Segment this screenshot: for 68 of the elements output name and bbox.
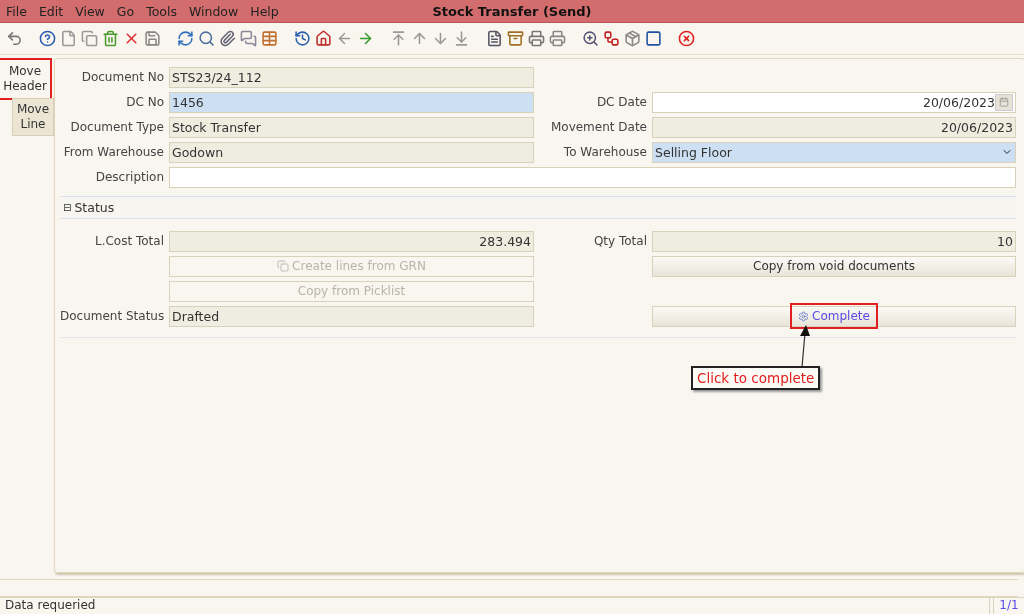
arrow xyxy=(797,324,811,367)
chat-icon[interactable] xyxy=(240,29,257,47)
menu-item[interactable]: Tools xyxy=(140,3,183,19)
input-field: Godown xyxy=(169,141,534,163)
input-field: 10 xyxy=(652,230,1016,252)
last-record-icon[interactable] xyxy=(453,29,470,47)
calendar-icon xyxy=(999,97,1009,108)
field-label: Movement Date xyxy=(549,120,647,135)
menu-item[interactable]: Window xyxy=(182,3,245,19)
status-message: Data requeried xyxy=(0,598,990,614)
field-label: Document Type xyxy=(69,120,164,135)
field-label: To Warehouse xyxy=(562,145,647,160)
window-title: Stock Transfer (Send) xyxy=(432,3,592,19)
field-label: L.Cost Total xyxy=(93,234,164,249)
field-label: From Warehouse xyxy=(62,145,164,160)
save-icon[interactable] xyxy=(144,29,161,47)
first-record-icon[interactable] xyxy=(390,29,407,47)
copy-icon[interactable] xyxy=(81,29,98,47)
package-icon[interactable] xyxy=(624,29,641,47)
menu-item[interactable]: View xyxy=(69,3,111,19)
field-label: Document No xyxy=(80,70,164,85)
input-field[interactable]: 1456 xyxy=(169,91,534,113)
input-field: Stock Transfer xyxy=(169,116,534,138)
square-icon[interactable] xyxy=(645,29,662,47)
workflow-icon[interactable] xyxy=(603,29,620,47)
section-header[interactable]: ⊟ Status xyxy=(60,195,1016,219)
calendar-button[interactable] xyxy=(995,93,1013,111)
tab[interactable]: Move Line xyxy=(12,97,54,136)
refresh-icon[interactable] xyxy=(177,29,194,47)
menu-item[interactable]: Help xyxy=(244,3,285,19)
table-icon[interactable] xyxy=(261,29,278,47)
paperclip-icon[interactable] xyxy=(219,29,236,47)
menu-item[interactable]: Go xyxy=(110,3,141,19)
report-icon[interactable] xyxy=(486,29,503,47)
field-label: Qty Total xyxy=(592,234,647,249)
history-icon[interactable] xyxy=(294,29,311,47)
undo-icon[interactable] xyxy=(6,29,23,47)
input-field: 283.494 xyxy=(169,230,534,252)
field-label: Document Status xyxy=(60,309,164,324)
input-field: Drafted xyxy=(169,305,534,327)
recycle-bin-icon[interactable] xyxy=(102,29,119,47)
date-field[interactable]: 20/06/2023 xyxy=(652,91,1016,113)
menu-item[interactable]: Edit xyxy=(32,3,70,19)
new-document-icon[interactable] xyxy=(60,29,77,47)
close-icon[interactable] xyxy=(678,29,695,47)
input-field: 20/06/2023 xyxy=(652,116,1016,138)
field-label: DC Date xyxy=(595,95,647,110)
dropdown-field[interactable]: Selling Floor xyxy=(652,141,1016,163)
record-counter: 1/1 xyxy=(993,598,1024,614)
search-icon[interactable] xyxy=(198,29,215,47)
section-title: Status xyxy=(74,199,115,215)
zoom-icon[interactable] xyxy=(582,29,599,47)
action-button[interactable]: Copy from void documents xyxy=(652,255,1016,277)
menu-item[interactable]: File xyxy=(0,3,33,19)
home-icon[interactable] xyxy=(315,29,332,47)
input-field[interactable] xyxy=(169,166,1016,188)
gear-icon xyxy=(798,310,810,322)
input-field: STS23/24_112 xyxy=(169,66,534,88)
archive-icon[interactable] xyxy=(507,29,524,47)
action-button[interactable]: Complete xyxy=(652,305,1016,327)
field-label: Description xyxy=(94,170,164,185)
field-label: DC No xyxy=(125,95,164,110)
print-preview-icon[interactable] xyxy=(528,29,545,47)
copy-icon xyxy=(277,260,290,273)
help-icon[interactable] xyxy=(39,29,56,47)
toggle-icon: ⊟ xyxy=(63,201,72,213)
print-icon[interactable] xyxy=(549,29,566,47)
annotation-callout: Click to complete xyxy=(691,365,821,390)
